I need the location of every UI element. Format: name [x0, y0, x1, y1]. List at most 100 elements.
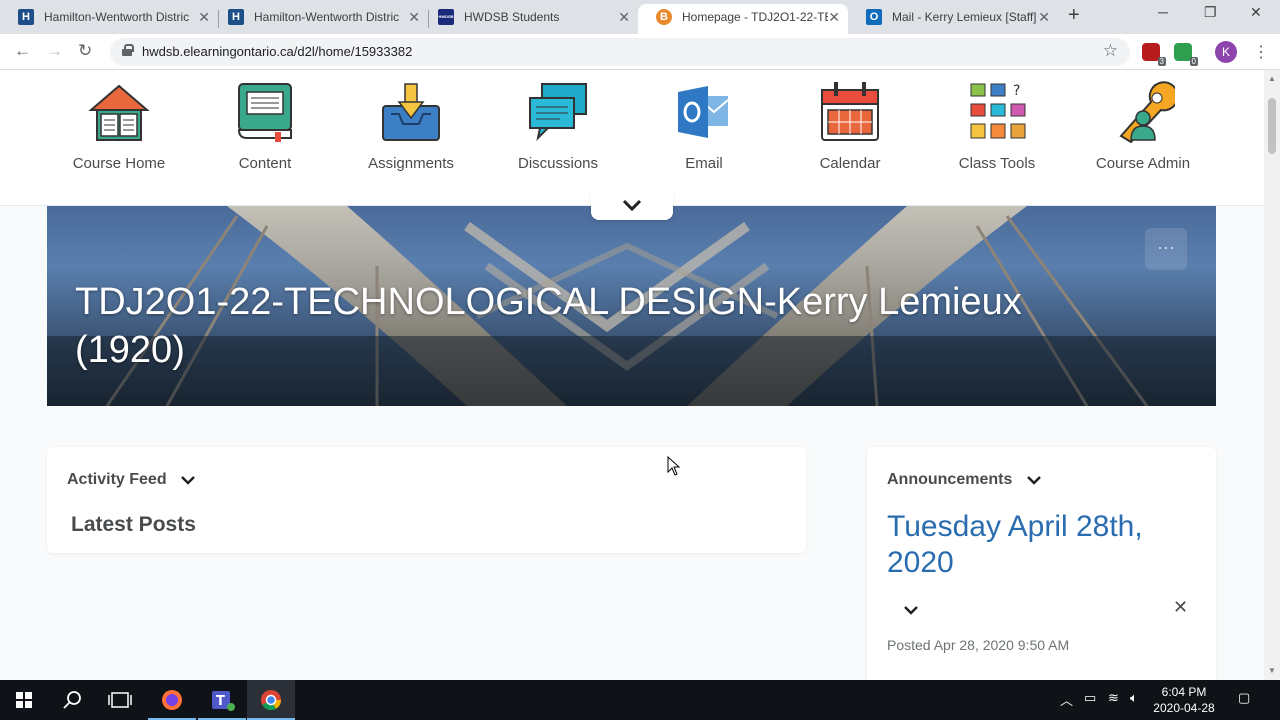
browser-toolbar: ← → ↻ hwdsb.elearningontario.ca/d2l/home… [0, 34, 1280, 70]
browser-tab[interactable]: H Hamilton-Wentworth Distric ✕ [210, 4, 428, 34]
chevron-down-icon[interactable] [181, 475, 195, 485]
windows-taskbar: T ︿ ▭ ≋ 🔈︎ 6:04 PM 2020-04-28 ▢ [0, 680, 1280, 720]
brightspace-favicon-icon: B [656, 9, 672, 25]
nav-label: Assignments [368, 155, 454, 172]
task-view-button[interactable] [96, 680, 144, 720]
expand-announcement-chevron-icon[interactable] [903, 605, 919, 615]
close-tab-icon[interactable]: ✕ [198, 4, 210, 30]
windows-logo-icon [16, 692, 32, 708]
clock-date: 2020-04-28 [1153, 701, 1215, 715]
reload-icon[interactable]: ↻ [78, 41, 92, 61]
close-tab-icon[interactable]: ✕ [1038, 4, 1050, 30]
system-clock[interactable]: 6:04 PM 2020-04-28 [1148, 684, 1220, 716]
address-bar[interactable]: hwdsb.elearningontario.ca/d2l/home/15933… [110, 38, 1130, 66]
announcement-posted-date: Posted Apr 28, 2020 9:50 AM [887, 637, 1070, 653]
hwdsb-favicon-icon: H [228, 9, 244, 25]
extension-check-icon[interactable]: 0 [1174, 43, 1198, 66]
book-icon [88, 84, 150, 141]
course-banner: TDJ2O1-22-TECHNOLOGICAL DESIGN-Kerry Lem… [47, 206, 1216, 406]
bookmark-star-icon[interactable]: ☆ [1103, 41, 1118, 61]
chevron-down-icon[interactable] [1026, 475, 1041, 485]
chevron-down-icon [622, 199, 642, 212]
tab-title: HWDSB Students [464, 10, 560, 24]
nav-label: Course Admin [1095, 155, 1191, 172]
start-button[interactable] [0, 680, 48, 720]
activity-feed-header[interactable]: Activity Feed [67, 471, 195, 489]
taskbar-teams[interactable]: T [198, 680, 246, 720]
url-text[interactable]: hwdsb.elearningontario.ca/d2l/home/15933… [142, 44, 412, 59]
hwdsb-students-favicon-icon: HWDSB [438, 9, 454, 25]
course-navbar: Course Home Content Assignments Discussi… [0, 70, 1264, 206]
navbar-expand-toggle[interactable] [591, 192, 673, 220]
browser-tab[interactable]: HWDSB HWDSB Students ✕ [420, 4, 638, 34]
tab-title: Hamilton-Wentworth Distric [254, 10, 400, 24]
browser-tab[interactable]: H Hamilton-Wentworth Distric ✕ [0, 4, 218, 34]
show-hidden-icons-chevron-icon[interactable]: ︿ [1060, 690, 1073, 709]
restore-window-icon[interactable]: ❐ [1204, 4, 1217, 21]
task-view-icon [108, 692, 132, 708]
activity-feed-heading: Activity Feed [67, 471, 167, 488]
taskbar-chrome[interactable] [247, 680, 295, 720]
taskbar-firefox[interactable] [148, 680, 196, 720]
textbook-icon [237, 83, 292, 142]
close-tab-icon[interactable]: ✕ [828, 4, 840, 30]
announcements-widget: Announcements Tuesday April 28th, 2020 ✕… [867, 447, 1216, 680]
profile-avatar[interactable]: K [1215, 41, 1237, 63]
search-button[interactable] [48, 680, 96, 720]
nav-label: Email [685, 155, 723, 172]
scroll-up-arrow-icon[interactable]: ▲ [1268, 74, 1276, 83]
new-tab-button[interactable]: + [1068, 4, 1080, 27]
nav-label: Discussions [517, 155, 599, 172]
scroll-down-arrow-icon[interactable]: ▼ [1268, 666, 1276, 675]
nav-content[interactable]: Content [192, 80, 338, 172]
browser-menu-icon[interactable]: ⋮ [1253, 42, 1269, 62]
close-tab-icon[interactable]: ✕ [408, 4, 420, 30]
lock-icon [122, 44, 134, 56]
inbox-tray-icon [382, 83, 440, 141]
browser-tab[interactable]: O Mail - Kerry Lemieux [Staff] ✕ [848, 4, 1058, 34]
chrome-icon [261, 690, 282, 711]
forward-arrow-icon[interactable]: → [46, 41, 63, 61]
nav-class-tools[interactable]: ? Class Tools [924, 80, 1070, 172]
announcements-header[interactable]: Announcements [887, 471, 1041, 489]
nav-calendar[interactable]: Calendar [777, 80, 923, 172]
course-title: TDJ2O1-22-TECHNOLOGICAL DESIGN-Kerry Lem… [75, 281, 1022, 371]
wrench-user-icon [1119, 81, 1179, 144]
banner-options-button[interactable]: ··· [1145, 228, 1187, 270]
nav-email[interactable]: Email [631, 80, 777, 172]
dismiss-announcement-icon[interactable]: ✕ [1173, 597, 1188, 618]
announcement-title-link[interactable]: Tuesday April 28th, 2020 [887, 509, 1187, 581]
back-arrow-icon[interactable]: ← [14, 41, 31, 61]
activity-feed-widget: Activity Feed Latest Posts [47, 447, 806, 553]
calendar-icon [821, 82, 879, 141]
nav-course-home[interactable]: Course Home [46, 80, 192, 172]
notifications-icon[interactable]: ▢ [1238, 690, 1250, 706]
announcements-heading: Announcements [887, 471, 1013, 488]
extension-badge: 3 [1157, 57, 1166, 66]
outlook-icon [678, 86, 729, 138]
tab-title: Hamilton-Wentworth Distric [44, 10, 190, 24]
teams-icon: T [212, 691, 235, 711]
nav-label: Course Home [72, 155, 166, 172]
battery-icon[interactable]: ▭ [1084, 690, 1096, 706]
tab-title: Mail - Kerry Lemieux [Staff] [892, 10, 1037, 24]
tools-grid-icon: ? [970, 83, 1026, 139]
nav-label: Content [238, 155, 292, 172]
nav-assignments[interactable]: Assignments [338, 80, 484, 172]
page-scrollbar[interactable]: ▲ ▼ [1264, 70, 1280, 680]
nav-discussions[interactable]: Discussions [485, 80, 631, 172]
extension-shield-icon[interactable]: 3 [1142, 43, 1166, 66]
close-tab-icon[interactable]: ✕ [618, 4, 630, 30]
browser-tab-active[interactable]: B Homepage - TDJ2O1-22-TE ✕ [638, 4, 848, 34]
firefox-icon [162, 690, 182, 710]
wifi-icon[interactable]: ≋ [1108, 690, 1119, 706]
nav-label: Class Tools [958, 155, 1036, 172]
close-window-icon[interactable]: ✕ [1250, 4, 1262, 21]
mouse-cursor-icon [667, 456, 681, 476]
chat-bubbles-icon [529, 83, 587, 142]
volume-icon[interactable]: 🔈︎ [1130, 690, 1138, 706]
minimize-window-icon[interactable]: ─ [1158, 4, 1168, 20]
browser-tab-strip: H Hamilton-Wentworth Distric ✕ H Hamilto… [0, 0, 1280, 34]
nav-course-admin[interactable]: Course Admin [1070, 80, 1216, 172]
scrollbar-thumb[interactable] [1268, 98, 1276, 154]
